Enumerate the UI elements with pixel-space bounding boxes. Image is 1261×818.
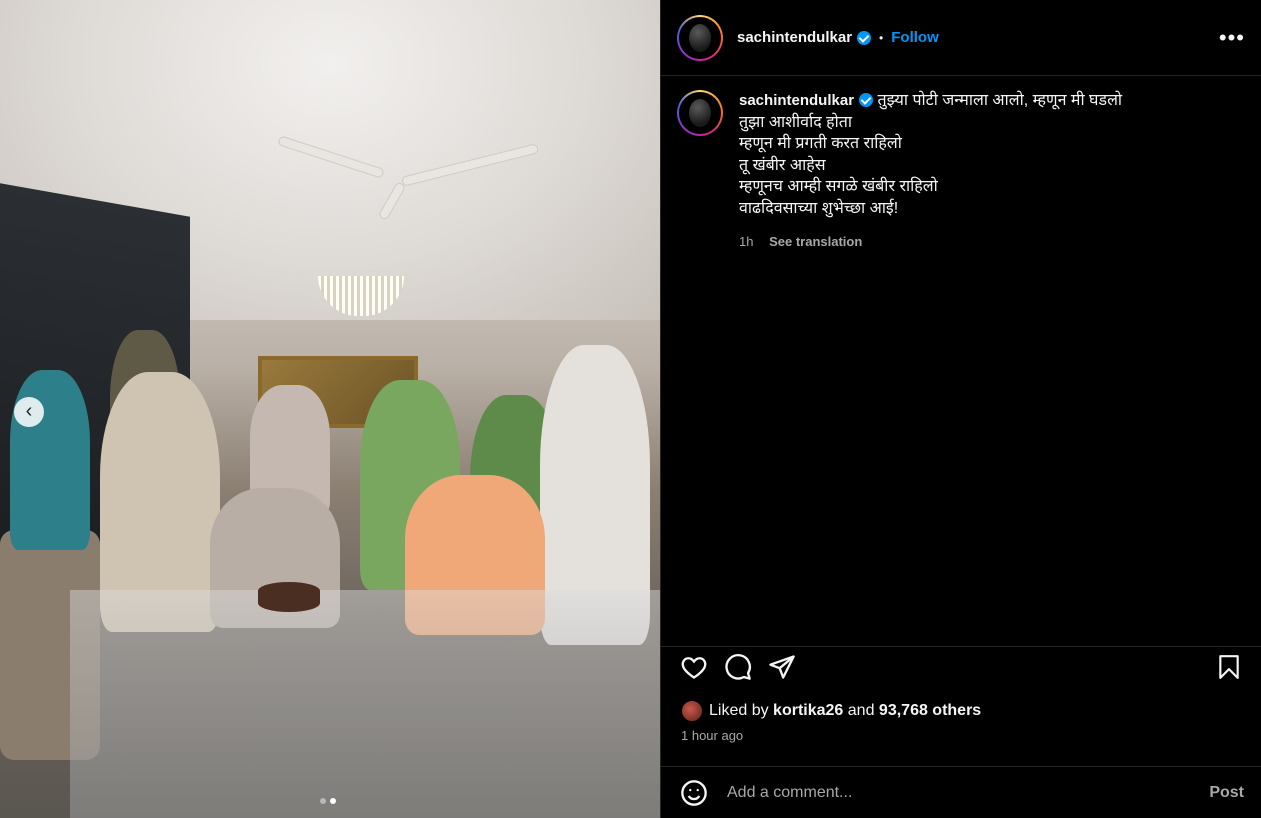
carousel-prev-button[interactable]: ‹ <box>14 397 44 427</box>
likes-summary: Liked by kortika26 and 93,768 others <box>681 700 981 722</box>
action-bar <box>661 646 1261 686</box>
post-details-panel: sachintendulkar • Follow ••• sachintendu… <box>660 0 1261 818</box>
post-photo[interactable]: ‹ <box>0 0 660 818</box>
caption-meta: 1h See translation <box>739 231 1122 253</box>
comment-input[interactable] <box>727 783 1210 802</box>
caption-author-avatar[interactable] <box>677 90 723 136</box>
chevron-left-icon: ‹ <box>25 400 33 422</box>
comment-button[interactable] <box>721 650 755 684</box>
carousel-dot-active <box>330 798 336 804</box>
comment-icon <box>725 653 751 680</box>
bookmark-icon <box>1219 654 1239 679</box>
comment-bar: Post <box>661 766 1261 818</box>
likes-and: and <box>847 702 875 719</box>
likes-others-link[interactable]: 93,768 others <box>879 702 981 720</box>
carousel-indicator <box>320 798 336 804</box>
author-avatar[interactable] <box>677 14 723 61</box>
author-username[interactable]: sachintendulkar <box>737 29 852 46</box>
post-header: sachintendulkar • Follow ••• <box>661 0 1261 76</box>
photo-glass-table <box>70 590 660 818</box>
carousel-dot <box>320 798 326 804</box>
more-icon[interactable]: ••• <box>1219 25 1245 51</box>
emoji-button[interactable] <box>679 778 709 808</box>
photo-cake <box>258 582 320 612</box>
follow-button[interactable]: Follow <box>891 29 939 46</box>
caption-username[interactable]: sachintendulkar <box>739 92 854 109</box>
heart-icon <box>681 656 707 679</box>
post-timestamp[interactable]: 1 hour ago <box>681 728 743 743</box>
post-caption: sachintendulkar तुझ्या पोटी जन्माला आलो,… <box>661 76 1261 253</box>
post-comment-button[interactable]: Post <box>1209 784 1244 802</box>
liker-username[interactable]: kortika26 <box>773 702 843 720</box>
see-translation-link[interactable]: See translation <box>769 234 862 249</box>
separator-dot: • <box>879 30 884 45</box>
emoji-icon <box>681 779 707 806</box>
likes-prefix: Liked by <box>709 702 769 719</box>
caption-age: 1h <box>739 234 754 249</box>
share-icon <box>769 654 795 679</box>
liker-avatar[interactable] <box>681 700 703 722</box>
share-button[interactable] <box>765 650 799 684</box>
save-button[interactable] <box>1212 650 1246 684</box>
photo-person <box>10 370 90 550</box>
verified-icon <box>857 30 872 45</box>
like-button[interactable] <box>677 650 711 684</box>
verified-icon <box>859 93 874 107</box>
caption-text: तुझ्या पोटी जन्माला आलो, म्हणून मी घडलो … <box>739 92 1123 217</box>
